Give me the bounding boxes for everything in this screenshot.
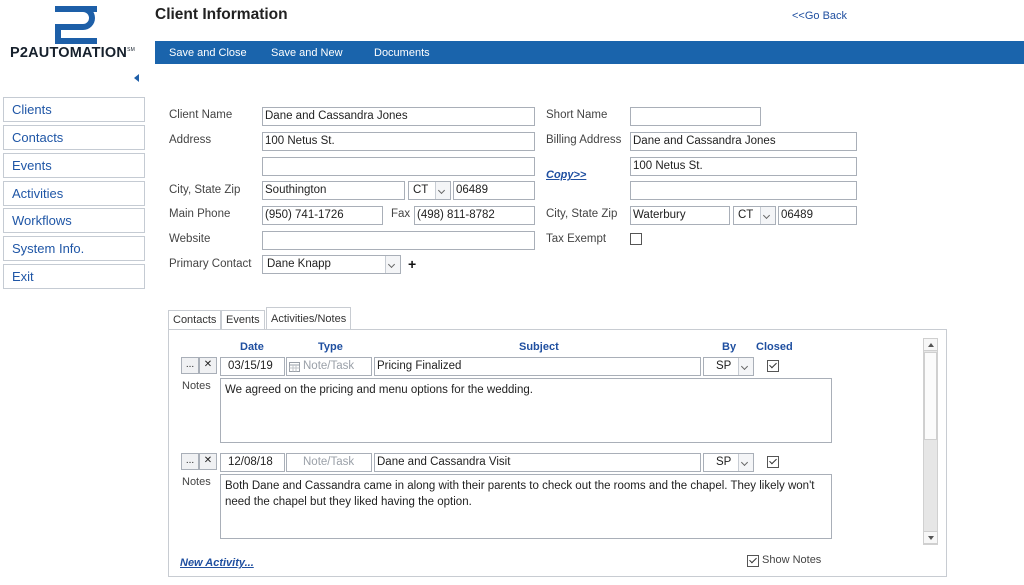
new-activity-link[interactable]: New Activity...	[180, 557, 254, 569]
closed-checkbox[interactable]	[767, 456, 779, 468]
type-placeholder: Note/Task	[303, 360, 355, 372]
show-notes-checkbox[interactable]	[747, 555, 759, 567]
address-line2-input[interactable]	[262, 157, 535, 176]
address-line1-input[interactable]: 100 Netus St.	[262, 132, 535, 151]
type-placeholder: Note/Task	[303, 456, 355, 468]
col-type: Type	[318, 341, 343, 353]
more-options-button[interactable]: ...	[181, 453, 199, 470]
fax-input[interactable]: (498) 811-8782	[414, 206, 535, 225]
primary-contact-label: Primary Contact	[169, 258, 252, 270]
notes-label: Notes	[182, 380, 211, 392]
billing-state-value: CT	[738, 209, 754, 221]
billing-state-select[interactable]: CT	[733, 206, 776, 225]
billing-address-line1-input[interactable]: Dane and Cassandra Jones	[630, 132, 857, 151]
primary-contact-value: Dane Knapp	[267, 258, 331, 270]
arrow-up-icon	[928, 343, 934, 347]
chevron-down-icon	[738, 358, 753, 375]
main-phone-input[interactable]: (950) 741-1726	[262, 206, 383, 225]
sidebar-item-clients[interactable]: Clients	[3, 97, 145, 122]
city-state-zip-label: City, State Zip	[169, 184, 241, 196]
date-input[interactable]: 12/08/18	[220, 453, 285, 472]
notes-label: Notes	[182, 476, 211, 488]
city-input[interactable]: Southington	[262, 181, 405, 200]
tab-activities-notes[interactable]: Activities/Notes	[266, 307, 352, 330]
date-input[interactable]: 03/15/19	[220, 357, 285, 376]
copy-address-link[interactable]: Copy>>	[546, 169, 586, 181]
state-select-value: CT	[413, 184, 429, 196]
documents-button[interactable]: Documents	[374, 41, 430, 64]
short-name-label: Short Name	[546, 109, 608, 121]
sidebar-item-workflows[interactable]: Workflows	[3, 208, 145, 233]
col-by: By	[722, 341, 737, 353]
billing-address-line2-input[interactable]: 100 Netus St.	[630, 157, 857, 176]
client-name-label: Client Name	[169, 109, 233, 121]
p2-logo-icon	[55, 6, 97, 44]
tab-contacts[interactable]: Contacts	[168, 310, 222, 329]
by-select[interactable]: SP	[703, 453, 754, 472]
by-value: SP	[716, 456, 732, 468]
delete-activity-button[interactable]: ✕	[199, 357, 217, 374]
tab-events[interactable]: Events	[221, 310, 265, 329]
save-and-close-button[interactable]: Save and Close	[169, 41, 247, 64]
more-options-button[interactable]: ...	[181, 357, 199, 374]
brand-name: P2AUTOMATIONSM	[10, 45, 135, 61]
zip-input[interactable]: 06489	[453, 181, 535, 200]
delete-activity-button[interactable]: ✕	[199, 453, 217, 470]
arrow-down-icon	[928, 536, 934, 540]
primary-contact-select[interactable]: Dane Knapp	[262, 255, 401, 274]
calendar-icon	[289, 362, 300, 372]
type-input[interactable]: Note/Task	[286, 453, 372, 472]
billing-city-state-zip-label: City, State Zip	[546, 208, 618, 220]
sidebar-item-system-info[interactable]: System Info.	[3, 236, 145, 261]
chevron-down-icon	[385, 256, 400, 273]
billing-address-line3-input[interactable]	[630, 181, 857, 200]
save-and-new-button[interactable]: Save and New	[271, 41, 343, 64]
show-notes-label: Show Notes	[762, 554, 822, 566]
by-value: SP	[716, 360, 732, 372]
website-label: Website	[169, 233, 211, 245]
website-input[interactable]	[262, 231, 535, 250]
tax-exempt-checkbox[interactable]	[630, 233, 642, 245]
state-select[interactable]: CT	[408, 181, 451, 200]
col-subject: Subject	[519, 341, 559, 353]
short-name-input[interactable]	[630, 107, 761, 126]
notes-textarea[interactable]: We agreed on the pricing and menu option…	[220, 378, 832, 443]
toolbar: Save and Close Save and New Documents	[155, 41, 1024, 64]
billing-city-input[interactable]: Waterbury	[630, 206, 730, 225]
col-closed: Closed	[756, 341, 793, 353]
scroll-up-button[interactable]	[923, 338, 938, 351]
chevron-down-icon	[760, 207, 775, 224]
collapse-sidebar-icon[interactable]	[134, 74, 139, 82]
closed-checkbox[interactable]	[767, 360, 779, 372]
client-name-input[interactable]: Dane and Cassandra Jones	[262, 107, 535, 126]
scrollbar-thumb[interactable]	[924, 352, 937, 440]
tax-exempt-label: Tax Exempt	[546, 233, 607, 245]
page-title: Client Information	[155, 6, 288, 23]
address-label: Address	[169, 134, 212, 146]
by-select[interactable]: SP	[703, 357, 754, 376]
main-phone-label: Main Phone	[169, 208, 231, 220]
chevron-down-icon	[435, 182, 450, 199]
sidebar-item-activities[interactable]: Activities	[3, 181, 145, 206]
go-back-link[interactable]: <<Go Back	[792, 10, 847, 22]
notes-textarea[interactable]: Both Dane and Cassandra came in along wi…	[220, 474, 832, 539]
add-contact-icon[interactable]: +	[408, 256, 416, 272]
sidebar-item-exit[interactable]: Exit	[3, 264, 145, 289]
subject-input[interactable]: Dane and Cassandra Visit	[374, 453, 701, 472]
col-date: Date	[240, 341, 264, 353]
sidebar-item-contacts[interactable]: Contacts	[3, 125, 145, 150]
sidebar-item-events[interactable]: Events	[3, 153, 145, 178]
billing-address-label: Billing Address	[546, 134, 622, 146]
scroll-down-button[interactable]	[923, 531, 938, 544]
fax-label: Fax	[391, 208, 411, 220]
chevron-down-icon	[738, 454, 753, 471]
type-input[interactable]: Note/Task	[286, 357, 372, 376]
billing-zip-input[interactable]: 06489	[778, 206, 857, 225]
subject-input[interactable]: Pricing Finalized	[374, 357, 701, 376]
